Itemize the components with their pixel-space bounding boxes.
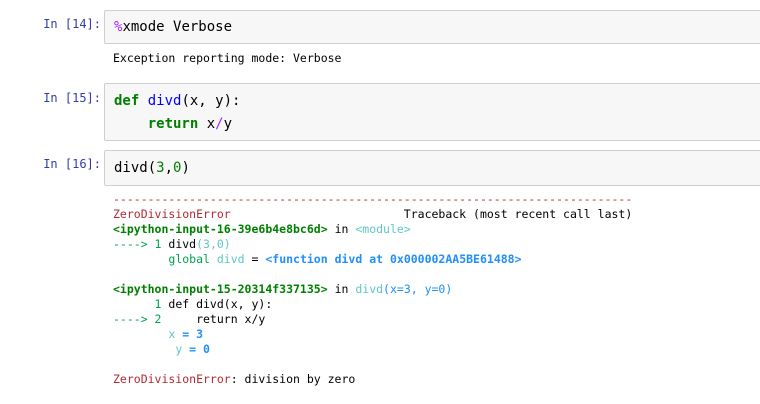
call-sep: , (164, 160, 174, 176)
cell-15-prompt: In [15]: (43, 91, 101, 105)
frame2-line2-code: return x/y (168, 312, 266, 326)
frame1-in: in (327, 222, 356, 236)
function-name: divd (147, 93, 182, 109)
call-arg1: 3 (156, 160, 165, 176)
call-func: divd( (114, 160, 157, 176)
keyword-return: return (147, 116, 199, 132)
cell-14-prompt: In [14]: (43, 17, 101, 31)
frame1-module: <module> (355, 222, 411, 236)
operator-divide: / (215, 116, 224, 132)
expr-y: y (223, 116, 233, 132)
cell-14-input[interactable]: %xmode Verbose (104, 10, 760, 44)
frame2-file: <ipython-input-15-20314f337135> (113, 282, 328, 296)
frame1-global-name: divd (209, 252, 245, 266)
traceback-divider: ----------------------------------------… (113, 192, 633, 206)
call-close: ) (181, 160, 190, 176)
traceback-header: Traceback (most recent call last) (403, 207, 633, 221)
header-spacer (231, 207, 404, 221)
magic-command: xmode Verbose (122, 19, 233, 35)
frame2-in: in (327, 282, 356, 296)
cell-15-input[interactable]: def divd(x, y): return x/y (104, 83, 760, 141)
frame1-arrow: ----> 1 (113, 237, 169, 251)
keyword-def: def (114, 93, 140, 109)
function-params: (x, y): (181, 93, 241, 109)
frame2-x-indent (113, 327, 168, 341)
frame1-code-args: (3,0) (196, 237, 231, 251)
frame1-global-eq: = (244, 252, 266, 266)
frame1-code-func: divd (168, 237, 197, 251)
frame2-line1-code: def divd(x, y): (168, 297, 273, 311)
frame2-arrow: ----> 2 (113, 312, 169, 326)
cell-14-output: Exception reporting mode: Verbose (113, 51, 342, 65)
frame2-line1-prefix: 1 (113, 297, 169, 311)
expr-x: x (198, 116, 216, 132)
traceback-output: ----------------------------------------… (113, 192, 632, 387)
frame2-func: divd (355, 282, 384, 296)
error-name: ZeroDivisionError (113, 207, 231, 221)
frame1-global-kw: global (168, 252, 210, 266)
frame2-y-value: = 0 (182, 342, 210, 356)
cell-16-prompt: In [16]: (43, 157, 101, 171)
frame1-file: <ipython-input-16-39e6b4e8bc6d> (113, 222, 328, 236)
frame2-x-value: = 3 (175, 327, 204, 341)
frame2-args: (x=3, y=0) (383, 282, 453, 296)
frame1-global-value: <function divd at 0x000002AA5BE61488> (265, 252, 522, 266)
final-error-name: ZeroDivisionError (113, 372, 231, 386)
frame1-global-indent (113, 252, 168, 266)
final-error-message: : division by zero (230, 372, 356, 386)
cell-16-input[interactable]: divd(3,0) (104, 150, 760, 186)
frame2-y-indent (113, 342, 175, 356)
